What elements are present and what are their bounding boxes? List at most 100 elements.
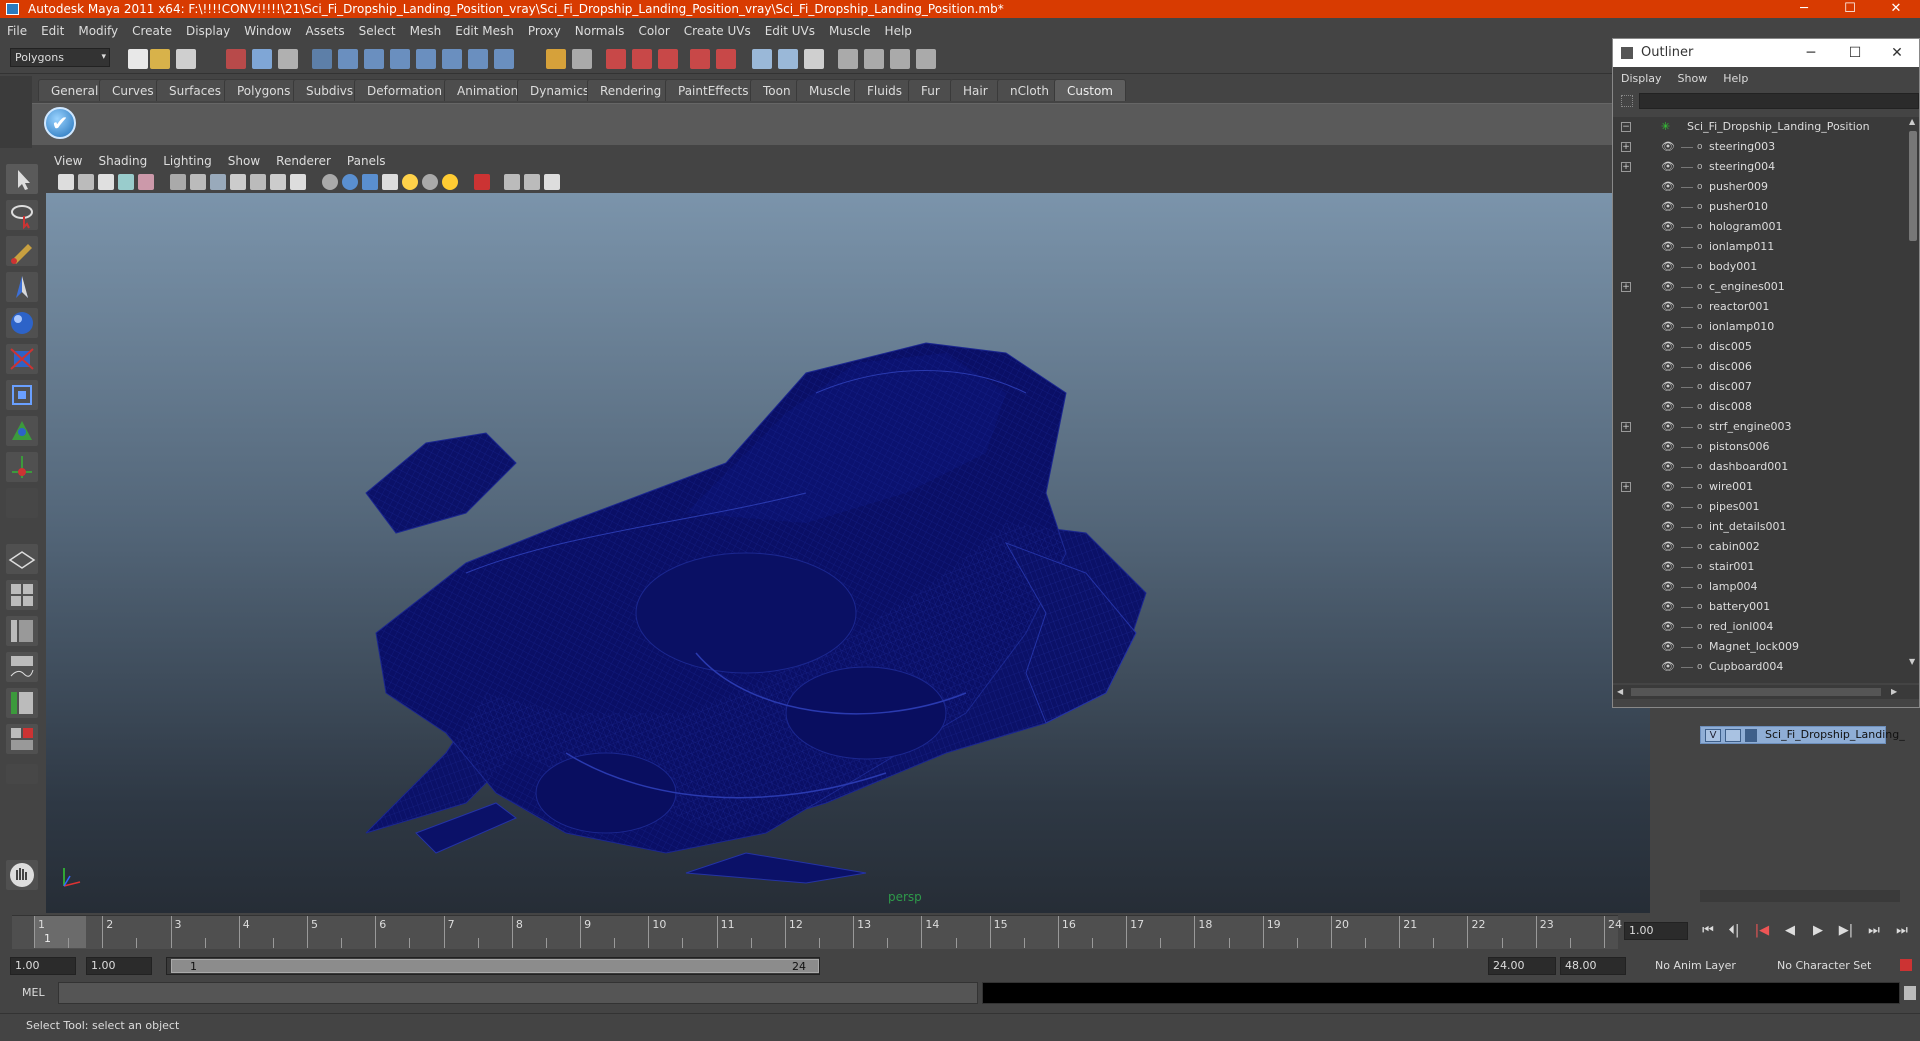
outliner-item[interactable]: 👁 o Cupboard004	[1613, 657, 1907, 677]
resolution-gate-icon[interactable]	[210, 174, 226, 190]
safe-title-icon[interactable]	[290, 174, 306, 190]
menu-edit[interactable]: Edit	[34, 20, 71, 42]
outliner-item[interactable]: 👁 o ionlamp011	[1613, 237, 1907, 257]
visibility-eye-icon[interactable]: 👁	[1661, 261, 1677, 273]
tab-hair[interactable]: Hair	[950, 79, 1001, 101]
start-time-field[interactable]: 1.00	[10, 957, 76, 975]
tab-custom[interactable]: Custom	[1054, 79, 1126, 101]
checkmark-shelf-icon[interactable]: ✔	[44, 107, 76, 139]
channel-box-icon[interactable]	[804, 49, 824, 69]
visibility-eye-icon[interactable]: 👁	[1661, 541, 1677, 553]
expand-toggle-icon[interactable]: +	[1621, 142, 1631, 152]
visibility-eye-icon[interactable]: 👁	[1661, 641, 1677, 653]
outliner-item[interactable]: 👁 o cabin002	[1613, 537, 1907, 557]
move-tool-icon[interactable]	[6, 272, 38, 302]
smooth-shade-icon[interactable]	[342, 174, 358, 190]
xray-icon[interactable]	[504, 174, 520, 190]
wireframe-on-shaded-icon[interactable]	[362, 174, 378, 190]
scroll-right-icon[interactable]: ▶	[1891, 687, 1897, 696]
panel-menu-renderer[interactable]: Renderer	[268, 151, 339, 171]
perspective-viewport[interactable]: persp	[46, 193, 1650, 913]
auto-key-icon[interactable]	[1900, 959, 1912, 971]
outliner-item[interactable]: + 👁 o c_engines001	[1613, 277, 1907, 297]
outliner-search-field[interactable]	[1639, 93, 1919, 109]
maximize-button[interactable]: ☐	[1827, 0, 1873, 18]
tab-deformation[interactable]: Deformation	[354, 79, 455, 101]
expand-toggle-icon[interactable]: +	[1621, 282, 1631, 292]
menu-proxy[interactable]: Proxy	[521, 20, 568, 42]
display-layer-row[interactable]: V Sci_Fi_Dropship_Landing_	[1700, 726, 1905, 744]
scroll-thumb[interactable]	[1909, 131, 1917, 241]
layout-persp-outliner-icon[interactable]	[6, 616, 38, 646]
visibility-eye-icon[interactable]: 👁	[1661, 301, 1677, 313]
outliner-menu-show[interactable]: Show	[1670, 69, 1716, 89]
collapse-toggle-icon[interactable]: −	[1621, 122, 1631, 132]
layer-playback-toggle[interactable]	[1725, 729, 1741, 742]
expand-toggle-icon[interactable]: +	[1621, 422, 1631, 432]
visibility-eye-icon[interactable]: 👁	[1661, 441, 1677, 453]
outliner-item[interactable]: 👁 o Magnet_lock009	[1613, 637, 1907, 657]
outliner-item[interactable]: 👁 o stair001	[1613, 557, 1907, 577]
scroll-left-icon[interactable]: ◀	[1617, 687, 1623, 696]
visibility-eye-icon[interactable]: 👁	[1661, 281, 1677, 293]
layer-horizontal-scrollbar[interactable]	[1700, 890, 1900, 902]
open-scene-icon[interactable]	[150, 49, 170, 69]
select-component-icon[interactable]	[278, 49, 298, 69]
outliner-item[interactable]: 👁 o disc006	[1613, 357, 1907, 377]
menu-file[interactable]: File	[0, 20, 34, 42]
menu-mesh[interactable]: Mesh	[403, 20, 449, 42]
select-camera-icon[interactable]	[58, 174, 74, 190]
tab-fur[interactable]: Fur	[908, 79, 953, 101]
range-slider-thumb[interactable]: 1 24	[171, 959, 819, 973]
outliner-vertical-scrollbar[interactable]: ▲ ▼	[1907, 117, 1919, 683]
panel-menu-view[interactable]: View	[46, 151, 90, 171]
menu-edit-mesh[interactable]: Edit Mesh	[448, 20, 521, 42]
menu-color[interactable]: Color	[631, 20, 676, 42]
selection-highlight-icon[interactable]	[572, 49, 592, 69]
outliner-horizontal-scrollbar[interactable]: ◀ ▶	[1613, 685, 1919, 699]
script-editor-icon[interactable]	[1904, 986, 1916, 1000]
hand-tool-icon[interactable]	[6, 860, 38, 890]
outliner-menu-display[interactable]: Display	[1613, 69, 1670, 89]
menu-create-uvs[interactable]: Create UVs	[677, 20, 758, 42]
menu-select[interactable]: Select	[352, 20, 403, 42]
outliner-maximize-button[interactable]: ☐	[1833, 39, 1877, 67]
minimize-button[interactable]: ─	[1781, 0, 1827, 18]
all-lights-icon[interactable]	[442, 174, 458, 190]
outliner-close-button[interactable]: ✕	[1875, 39, 1919, 67]
go-to-start-icon[interactable]: ⏮	[1698, 923, 1718, 939]
outliner-item[interactable]: 👁 o disc005	[1613, 337, 1907, 357]
range-slider[interactable]: 1 24	[166, 957, 820, 975]
shelf-menu-handle[interactable]	[0, 76, 32, 148]
visibility-eye-icon[interactable]: 👁	[1661, 161, 1677, 173]
layout-single-perspective-icon[interactable]	[6, 544, 38, 574]
panel-menu-shading[interactable]: Shading	[90, 151, 155, 171]
outliner-item[interactable]: + 👁 o wire001	[1613, 477, 1907, 497]
outliner-item[interactable]: 👁 o lamp004	[1613, 577, 1907, 597]
ipr-render-icon[interactable]	[632, 49, 652, 69]
layout-persp-graph-icon[interactable]	[6, 652, 38, 682]
new-scene-icon[interactable]	[128, 49, 148, 69]
layer-color-swatch[interactable]	[1745, 729, 1757, 742]
character-set-select[interactable]: No Character Set	[1772, 957, 1880, 975]
menu-assets[interactable]: Assets	[299, 20, 352, 42]
rotate-tool-icon[interactable]	[6, 308, 38, 338]
grid-toggle-icon[interactable]	[170, 174, 186, 190]
outliner-item[interactable]: 👁 o int_details001	[1613, 517, 1907, 537]
layout-persp-outliner-icon[interactable]	[890, 49, 910, 69]
outliner-item[interactable]: 👁 o pipes001	[1613, 497, 1907, 517]
textured-icon[interactable]	[382, 174, 398, 190]
tab-ncloth[interactable]: nCloth	[997, 79, 1062, 101]
horizontal-scroll-thumb[interactable]	[1631, 688, 1881, 696]
scroll-up-icon[interactable]: ▲	[1909, 117, 1917, 127]
outliner-item[interactable]: 👁 o battery001	[1613, 597, 1907, 617]
high-quality-icon[interactable]	[544, 174, 560, 190]
outliner-item[interactable]: 👁 o body001	[1613, 257, 1907, 277]
scale-tool-icon[interactable]	[6, 344, 38, 374]
visibility-eye-icon[interactable]: 👁	[1661, 141, 1677, 153]
save-scene-icon[interactable]	[176, 49, 196, 69]
visibility-eye-icon[interactable]: 👁	[1661, 401, 1677, 413]
shadows-icon[interactable]	[422, 174, 438, 190]
help-icon[interactable]	[494, 49, 514, 69]
render-current-icon[interactable]	[606, 49, 626, 69]
